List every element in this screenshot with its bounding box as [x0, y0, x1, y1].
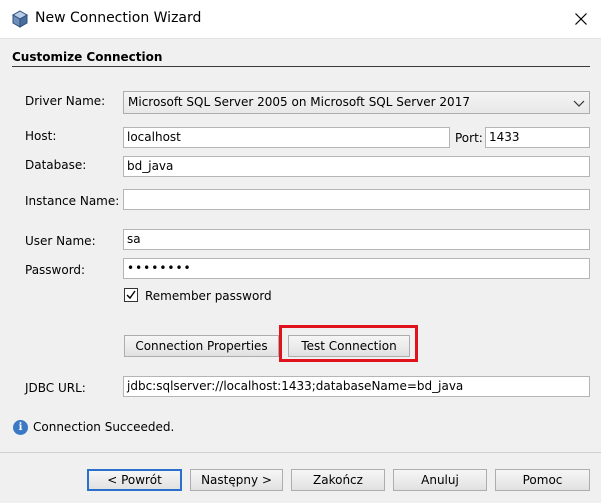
jdbc-url-label: JDBC URL: — [25, 381, 86, 395]
back-button[interactable]: < Powrót — [87, 469, 182, 491]
instance-name-input[interactable] — [123, 189, 590, 210]
user-name-input[interactable]: sa — [123, 229, 590, 250]
password-input[interactable]: •••••••• — [123, 258, 590, 279]
test-connection-highlight — [279, 325, 418, 362]
cancel-button[interactable]: Anuluj — [393, 469, 487, 491]
driver-name-label: Driver Name: — [25, 94, 106, 108]
footer-divider — [0, 452, 601, 453]
remember-password-label[interactable]: Remember password — [145, 289, 272, 303]
finish-button[interactable]: Zakończ — [291, 469, 385, 491]
info-icon: i — [13, 420, 28, 435]
driver-name-value: Microsoft SQL Server 2005 on Microsoft S… — [128, 95, 470, 109]
host-input[interactable]: localhost — [123, 127, 450, 148]
remember-password-checkbox[interactable] — [124, 288, 138, 302]
host-label: Host: — [25, 129, 57, 143]
chevron-down-icon — [573, 100, 585, 107]
section-divider — [12, 66, 590, 67]
jdbc-url-input[interactable]: jdbc:sqlserver://localhost:1433;database… — [123, 376, 590, 397]
help-button[interactable]: Pomoc — [495, 469, 590, 491]
database-input[interactable]: bd_java — [123, 156, 590, 177]
checkmark-icon — [126, 290, 136, 300]
status-message: Connection Succeeded. — [33, 420, 175, 434]
port-label: Port: — [455, 131, 483, 145]
driver-name-select[interactable]: Microsoft SQL Server 2005 on Microsoft S… — [123, 91, 590, 114]
cube-icon — [12, 10, 28, 28]
section-title: Customize Connection — [12, 50, 163, 64]
title-bar: New Connection Wizard — [0, 0, 601, 39]
close-icon — [574, 13, 587, 25]
connection-properties-button[interactable]: Connection Properties — [124, 335, 279, 357]
user-name-label: User Name: — [25, 234, 96, 248]
port-input[interactable]: 1433 — [485, 127, 590, 148]
database-label: Database: — [25, 158, 87, 172]
password-label: Password: — [25, 263, 86, 277]
next-button[interactable]: Następny > — [190, 469, 283, 491]
instance-name-label: Instance Name: — [25, 194, 120, 208]
window-title: New Connection Wizard — [35, 10, 202, 26]
close-button[interactable] — [560, 0, 601, 38]
